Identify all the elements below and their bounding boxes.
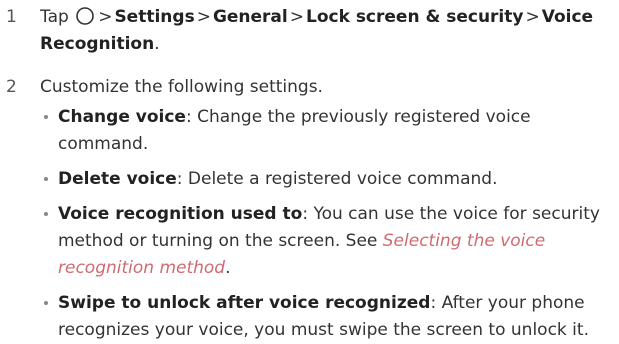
step-2-text: Customize the following settings. [40,77,323,97]
home-button-icon [76,7,94,25]
bullet-icon [44,115,48,119]
step-number: 2 [6,77,17,97]
settings-list: Change voice: Change the previously regi… [38,104,619,344]
tap-word: Tap [40,7,69,27]
path-settings: Settings [114,7,195,27]
path-separator: > [98,7,113,27]
list-item: Swipe to unlock after voice recognized: … [38,290,619,344]
step-number: 1 [6,7,17,27]
step-2: 2 Customize the following settings. [0,74,615,101]
path-lock-screen-security: Lock screen & security [306,7,524,27]
list-item: Voice recognition used to: You can use t… [38,201,619,282]
setting-term: Change voice [58,107,186,127]
bullet-icon [44,212,48,216]
period: . [154,34,160,54]
bullet-icon [44,177,48,181]
period: . [225,258,231,278]
setting-term: Voice recognition used to [58,204,303,224]
setting-term: Swipe to unlock after voice recognized [58,293,431,313]
instruction-page: 1 Tap > Settings > General > Lock screen & se… [0,0,619,340]
path-separator: > [525,7,540,27]
setting-description: : Delete a registered voice command. [176,169,498,189]
step-1-text: Tap > Settings > General > Lock screen & secu… [40,4,615,58]
setting-term: Delete voice [58,169,177,189]
path-separator: > [289,7,304,27]
step-1: 1 Tap > Settings > General > Lock screen & se… [0,4,615,58]
list-item: Delete voice: Delete a registered voice … [38,166,619,193]
list-item: Change voice: Change the previously regi… [38,104,619,158]
bullet-icon [44,301,48,305]
path-separator: > [196,7,211,27]
path-general: General [212,7,288,27]
